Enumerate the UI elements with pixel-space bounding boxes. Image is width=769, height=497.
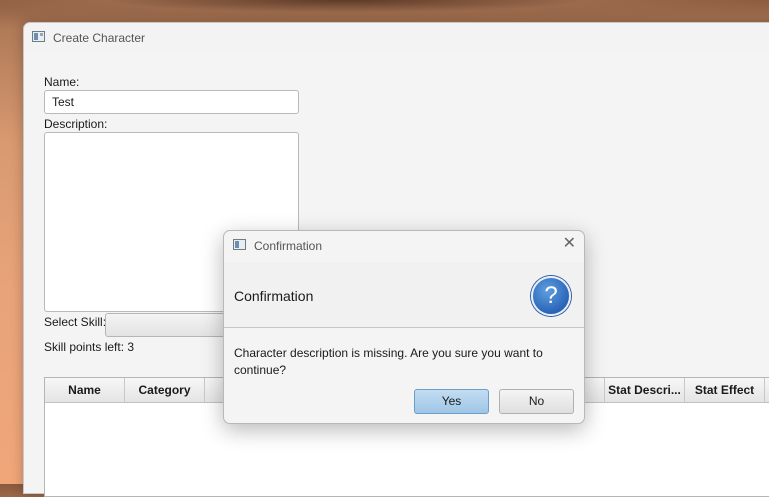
column-header-stat-effect[interactable]: Stat Effect [685, 378, 765, 402]
no-button[interactable]: No [499, 389, 574, 414]
column-header-name[interactable]: Name [45, 378, 125, 402]
dialog-title-bar[interactable]: Confirmation ✕ [224, 231, 584, 261]
window-title: Create Character [53, 31, 146, 45]
question-icon: ? [531, 276, 571, 316]
app-icon [233, 239, 246, 250]
app-icon [32, 31, 45, 42]
dialog-header-text: Confirmation [234, 288, 314, 304]
column-header-stat-description[interactable]: Stat Descri... [605, 378, 685, 402]
confirmation-dialog: Confirmation ✕ Confirmation ? Character … [223, 230, 585, 424]
skill-points-label: Skill points left: 3 [44, 340, 135, 354]
dialog-title: Confirmation [254, 239, 323, 253]
column-header-category[interactable]: Category [125, 378, 205, 402]
desktop-background [0, 0, 769, 22]
dialog-message: Character description is missing. Are yo… [234, 346, 543, 377]
close-icon[interactable]: ✕ [563, 236, 576, 252]
name-label: Name: [44, 75, 80, 89]
select-skill-label: Select Skill: [44, 315, 107, 329]
title-bar[interactable]: Create Character ✕ [24, 23, 769, 53]
dialog-header: Confirmation ? [224, 262, 584, 328]
name-input[interactable] [44, 90, 299, 114]
description-label: Description: [44, 117, 108, 131]
yes-button[interactable]: Yes [414, 389, 489, 414]
